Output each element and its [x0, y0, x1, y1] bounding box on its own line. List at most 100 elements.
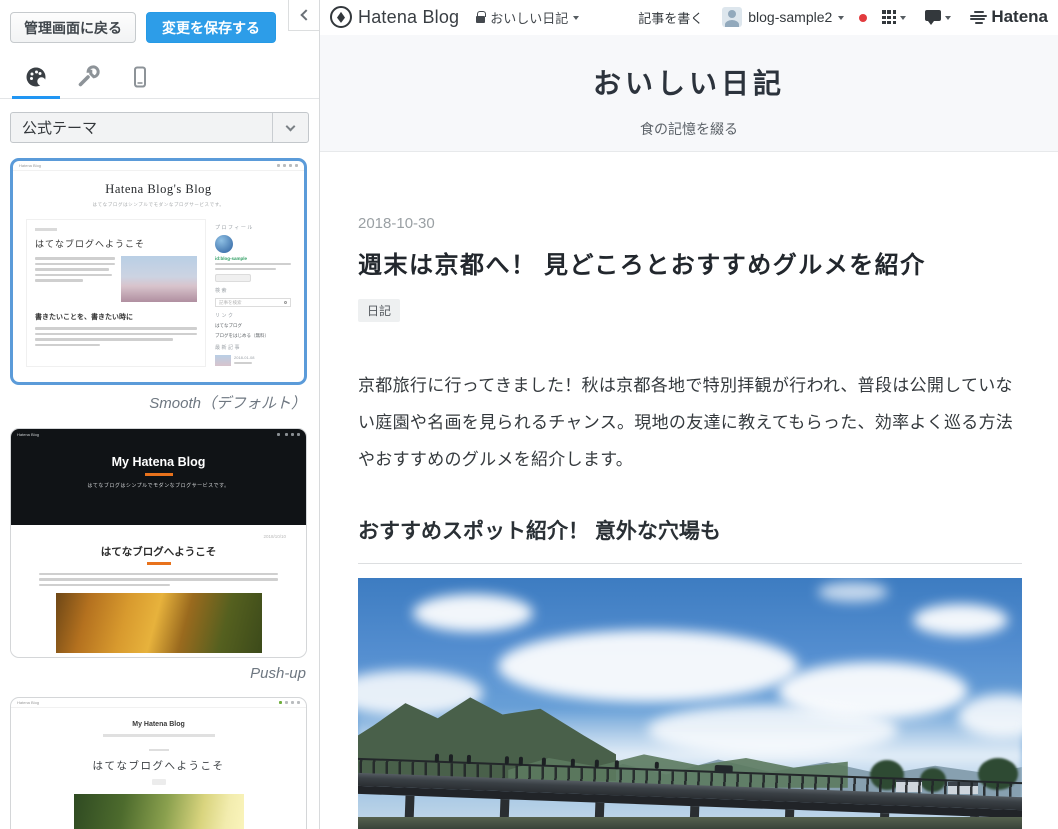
tab-theme[interactable]	[10, 55, 62, 98]
palette-icon	[24, 65, 48, 89]
account-name: blog-sample2	[748, 9, 832, 25]
mini-sidebar: プロフィール id:blog-sample 検索 記事を検索 リンク はてなブロ…	[215, 219, 291, 367]
sidebar-collapse-button[interactable]	[288, 0, 319, 31]
theme-card-smooth[interactable]: Hatena Blog Hatena Blog's Blog はてなブログはシン…	[10, 158, 307, 385]
blog-switcher-dropdown[interactable]: おいしい日記	[476, 8, 579, 27]
caret-down-icon	[573, 16, 579, 20]
pedestrian	[449, 754, 453, 762]
apps-grid-icon	[882, 10, 896, 24]
tab-smartphone[interactable]	[114, 55, 166, 98]
pedestrian	[467, 755, 471, 764]
smartphone-icon	[128, 65, 152, 89]
mini-body: 2018/10/10 はてなブログへようこそ	[11, 525, 306, 653]
current-blog-name: おいしい日記	[490, 8, 568, 27]
hatena-portal-logo[interactable]: Hatena	[970, 7, 1048, 27]
pedestrian	[595, 759, 599, 767]
kyoto-bridge-photo	[358, 578, 1022, 829]
mini-link-1: はてなブログ	[215, 323, 291, 329]
mini-recent-item: 2018-01-08	[215, 355, 291, 367]
mini-recent-date: 2018-01-08	[234, 355, 254, 360]
theme-list: Hatena Blog Hatena Blog's Blog はてなブログはシン…	[0, 155, 319, 829]
mini-topbar: Hatena Blog	[13, 161, 304, 171]
mini-accent-underline	[145, 473, 173, 476]
write-post-link[interactable]: 記事を書く	[638, 8, 703, 27]
wrench-icon	[76, 65, 100, 89]
blog-header: おいしい日記 食の記憶を綴る	[320, 35, 1058, 152]
mini-recent-thumb	[215, 355, 231, 366]
mini-category-badge	[152, 779, 166, 785]
mini-river-photo	[74, 794, 244, 829]
mini-article: はてなブログへようこそ 書きたいことを、書きたい時に	[26, 219, 206, 367]
vehicle	[715, 765, 733, 774]
chevron-down-icon	[286, 121, 296, 131]
post-title[interactable]: 週末は京都へ！ 見どころとおすすめグルメを紹介	[358, 245, 1022, 280]
pen-nib-icon	[330, 6, 352, 28]
theme-card-third[interactable]: Hatena Blog My Hatena Blog はてなブログへようこそ	[10, 697, 307, 829]
mini-section-title: 書きたいことを、書きたい時に	[35, 312, 197, 322]
tab-customize[interactable]	[62, 55, 114, 98]
user-avatar	[722, 7, 742, 27]
mini-blog-title: Hatena Blog's Blog	[13, 182, 304, 197]
mini-search-box: 記事を検索	[215, 298, 291, 307]
caret-down-icon	[900, 16, 906, 20]
mini-date-bar	[35, 228, 57, 231]
mini-avatar	[215, 235, 233, 253]
mini-date-bar	[149, 749, 169, 752]
category-badge[interactable]: 日記	[358, 299, 400, 322]
post-section-heading: おすすめスポット紹介！ 意外な穴場も	[358, 515, 1022, 564]
lock-icon	[476, 16, 485, 23]
mini-recent-label: 最新記事	[215, 344, 291, 351]
mini-accent-underline	[147, 562, 171, 565]
mini-magnifier-icon	[284, 301, 287, 304]
mini-autumn-photo	[56, 593, 262, 653]
theme-category-select[interactable]: 公式テーマ	[10, 112, 309, 143]
cloud	[413, 594, 533, 632]
blog-preview-pane: Hatena Blog おいしい日記 記事を書く blog-sample2	[320, 0, 1058, 829]
theme-card-pushup[interactable]: Hatena Blog My Hatena Blog はてなブログはシンプルでモ…	[10, 428, 307, 658]
mini-brand: Hatena Blog	[19, 163, 41, 168]
pedestrian	[655, 762, 659, 769]
mini-topbar: Hatena Blog	[11, 698, 306, 708]
notices-menu[interactable]	[925, 10, 951, 25]
select-caret-box	[272, 113, 308, 142]
mini-profile-id: id:blog-sample	[215, 256, 291, 261]
post-body-text: 京都旅行に行ってきました！秋は京都各地で特別拝観が行われ、普段は公開していない庭…	[358, 367, 1022, 478]
hatena-stripes-icon	[970, 11, 987, 24]
hatena-global-topbar: Hatena Blog おいしい日記 記事を書く blog-sample2	[320, 0, 1058, 35]
mini-topbar: Hatena Blog	[11, 429, 306, 440]
hatena-blog-logo-text: Hatena Blog	[358, 7, 459, 28]
mini-topbar-icons	[279, 701, 300, 704]
mini-blog-title: My Hatena Blog	[11, 721, 306, 728]
blog-title[interactable]: おいしい日記	[320, 35, 1058, 102]
hatena-blog-design-page: 管理画面に戻る 変更を保存する	[0, 0, 1058, 829]
design-sidebar: 管理画面に戻る 変更を保存する	[0, 0, 320, 829]
pedestrian	[615, 760, 619, 769]
blog-subtitle: 食の記憶を綴る	[320, 119, 1058, 139]
post-date[interactable]: 2018-10-30	[358, 215, 1022, 232]
account-menu[interactable]: blog-sample2	[722, 7, 844, 27]
theme-label-smooth: Smooth（デフォルト）	[10, 392, 306, 413]
mini-text-lines	[11, 573, 306, 587]
apps-menu[interactable]	[882, 10, 906, 24]
pedestrian	[435, 754, 439, 763]
mini-topbar-icons	[277, 164, 298, 167]
design-tabs	[0, 55, 319, 99]
speech-bubble-icon	[925, 10, 941, 21]
back-to-admin-button[interactable]: 管理画面に戻る	[10, 12, 136, 43]
pedestrian	[542, 758, 546, 766]
caret-down-icon	[838, 16, 844, 20]
cloud	[818, 582, 888, 602]
mini-links-label: リンク	[215, 312, 291, 319]
mini-post-date: 2018/10/10	[11, 534, 306, 539]
mini-readmore-button	[215, 274, 251, 282]
save-changes-button[interactable]: 変更を保存する	[146, 12, 276, 43]
cloud	[498, 630, 798, 702]
mini-profile-label: プロフィール	[215, 224, 291, 231]
theme-label-pushup: Push-up	[10, 665, 306, 682]
mini-columns: はてなブログへようこそ 書きたいことを、書きたい時に プロフィール	[13, 219, 304, 367]
sidebar-actions: 管理画面に戻る 変更を保存する	[0, 0, 319, 55]
mini-blog-subtitle: はてなブログはシンプルでモダンなブログサービスです。	[13, 202, 304, 208]
mini-subtitle-bar	[103, 734, 215, 737]
hatena-blog-logo[interactable]: Hatena Blog	[330, 6, 459, 28]
mini-dark-header: Hatena Blog My Hatena Blog はてなブログはシンプルでモ…	[11, 429, 306, 525]
